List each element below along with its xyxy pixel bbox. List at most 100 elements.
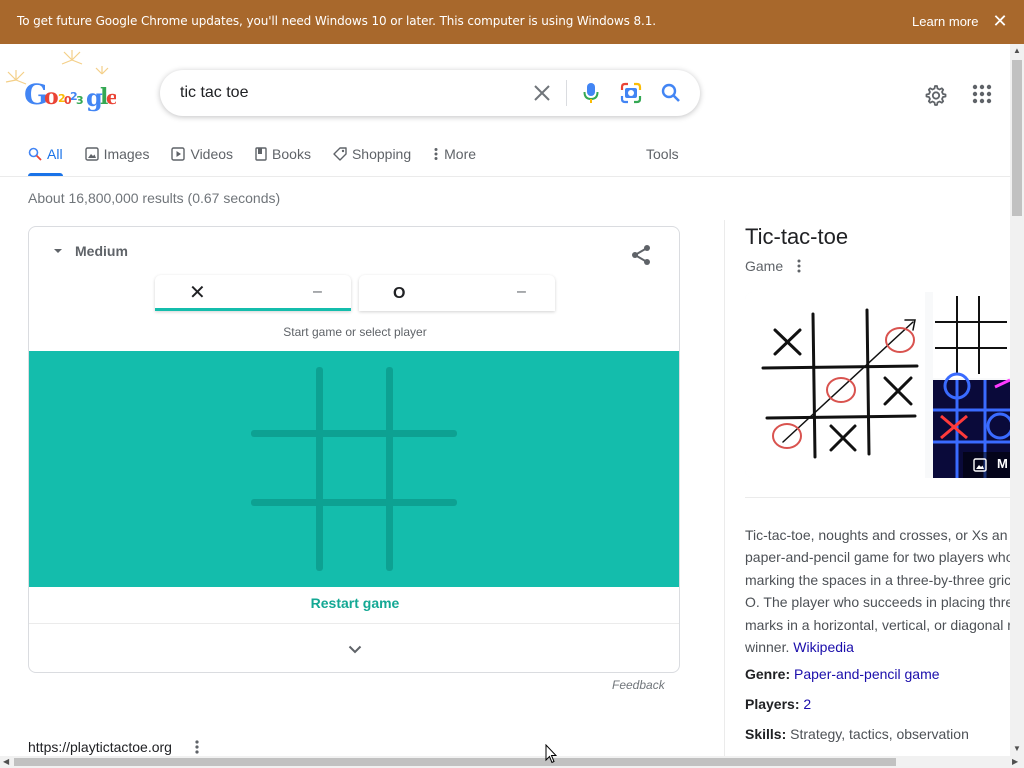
voice-search-button[interactable] — [578, 80, 604, 106]
result-stats: About 16,800,000 results (0.67 seconds) — [28, 190, 281, 206]
fact-value-link[interactable]: 2 — [803, 696, 811, 712]
search-divider — [566, 80, 567, 106]
player-o-score: – — [517, 283, 526, 300]
tab-more[interactable]: More — [433, 140, 476, 168]
search-box[interactable] — [160, 70, 700, 116]
feedback-link[interactable]: Feedback — [612, 678, 665, 692]
more-images-label: M — [997, 456, 1008, 471]
image-icon — [84, 147, 99, 161]
learn-more-link[interactable]: Learn more — [912, 14, 978, 29]
entity-type: Game — [745, 258, 784, 274]
tab-images[interactable]: Images — [84, 140, 150, 168]
knowledge-panel-subtitle: Game — [745, 258, 801, 274]
game-hint: Start game or select player — [283, 325, 427, 339]
scroll-right-arrow-icon[interactable]: ▶ — [1012, 757, 1018, 767]
tic-tac-toe-game-card: Medium ✕ – O – Start game or select play… — [28, 226, 680, 673]
google-doodle-logo[interactable]: G o 2 0 2 3 g l e — [5, 50, 116, 114]
tab-label: Images — [103, 146, 150, 162]
difficulty-label: Medium — [75, 243, 128, 259]
tab-label: More — [444, 146, 477, 162]
more-vertical-icon — [434, 148, 438, 160]
lens-search-button[interactable] — [618, 80, 644, 106]
expand-button[interactable] — [345, 639, 365, 659]
scroll-up-arrow-icon[interactable]: ▲ — [1013, 46, 1021, 56]
fact-label: Skills: — [745, 726, 787, 742]
grid-line — [386, 367, 393, 571]
clear-search-button[interactable] — [530, 81, 554, 105]
camera-lens-icon — [620, 82, 642, 104]
fact-skills: Skills: Strategy, tactics, observation — [745, 726, 969, 742]
vertical-scrollbar-thumb[interactable] — [1012, 60, 1022, 216]
apps-grid-icon — [972, 84, 992, 104]
tab-books[interactable]: Books — [255, 140, 311, 168]
grid-line — [251, 430, 457, 437]
result-url[interactable]: https://playtictactoe.org — [28, 739, 172, 755]
play-icon — [171, 147, 186, 161]
more-vertical-icon[interactable] — [797, 259, 801, 273]
description-line: marking the spaces in a three-by-three g… — [745, 571, 1011, 588]
update-banner: To get future Google Chrome updates, you… — [0, 0, 1024, 44]
banner-close-button[interactable]: ✕ — [991, 10, 1009, 32]
difficulty-selector[interactable]: Medium — [53, 243, 128, 259]
tab-label: All — [47, 146, 63, 162]
fact-value-link[interactable]: Paper-and-pencil game — [794, 666, 940, 682]
tab-label: Books — [272, 146, 311, 162]
fact-label: Genre: — [745, 666, 791, 682]
chevron-down-icon — [348, 645, 362, 653]
description-line: paper-and-pencil game for two players wh… — [745, 549, 1011, 566]
search-submit-button[interactable] — [658, 80, 684, 106]
search-icon — [28, 147, 42, 161]
svg-text:e: e — [106, 85, 116, 109]
tab-shopping[interactable]: Shopping — [333, 140, 411, 168]
logo-letters: G o 2 0 2 3 g l e — [24, 78, 116, 112]
horizontal-scrollbar-thumb[interactable] — [14, 758, 896, 766]
description-line: marks in a horizontal, vertical, or diag… — [745, 616, 1011, 633]
share-button[interactable] — [629, 243, 653, 267]
restart-game-button[interactable]: Restart game — [29, 595, 679, 611]
svg-text:3: 3 — [76, 94, 83, 107]
tab-label: Shopping — [351, 146, 412, 162]
settings-button[interactable] — [922, 82, 948, 108]
knowledge-panel-divider — [724, 220, 725, 768]
game-board[interactable] — [29, 351, 679, 587]
card-divider — [29, 623, 679, 624]
fact-players: Players: 2 — [745, 696, 811, 712]
tab-label: Videos — [190, 146, 234, 162]
description-line: Tic-tac-toe, noughts and crosses, or Xs … — [745, 527, 1008, 543]
player-o-symbol: O — [393, 285, 406, 302]
player-x-symbol: ✕ — [189, 282, 206, 304]
fact-genre: Genre: Paper-and-pencil game — [745, 666, 940, 682]
svg-text:o: o — [44, 84, 58, 110]
knowledge-panel-title: Tic-tac-toe — [745, 224, 849, 249]
tab-videos[interactable]: Videos — [171, 140, 233, 168]
search-tabs: All Images Videos Books Shopping More — [28, 140, 498, 176]
knowledge-panel-rule — [745, 497, 1010, 498]
microphone-icon — [583, 83, 599, 103]
result-options-button[interactable] — [190, 738, 204, 756]
book-icon — [255, 147, 267, 161]
grid-line — [251, 499, 457, 506]
tools-button[interactable]: Tools — [646, 146, 679, 162]
close-icon — [534, 85, 550, 101]
tab-all[interactable]: All — [28, 140, 63, 176]
google-apps-button[interactable] — [970, 82, 994, 106]
caret-down-icon — [54, 249, 62, 253]
player-o-button[interactable]: O – — [359, 275, 555, 311]
search-input[interactable] — [180, 82, 520, 104]
search-icon — [661, 83, 680, 102]
wikipedia-link[interactable]: Wikipedia — [793, 639, 854, 655]
player-x-button[interactable]: ✕ – — [155, 275, 351, 311]
gear-icon — [925, 85, 947, 106]
knowledge-panel-images[interactable]: M — [745, 292, 1010, 478]
share-icon — [632, 245, 650, 265]
fact-value: Strategy, tactics, observation — [790, 726, 969, 742]
scroll-down-arrow-icon[interactable]: ▼ — [1013, 744, 1021, 754]
player-x-score: – — [313, 283, 322, 300]
header-divider — [0, 176, 1010, 177]
fact-label: Players: — [745, 696, 800, 712]
scroll-left-arrow-icon[interactable]: ◀ — [3, 757, 9, 767]
grid-line — [316, 367, 323, 571]
tag-icon — [333, 147, 347, 161]
description-line: O. The player who succeeds in placing th… — [745, 594, 1011, 611]
tic-tac-toe-images — [745, 292, 1010, 478]
